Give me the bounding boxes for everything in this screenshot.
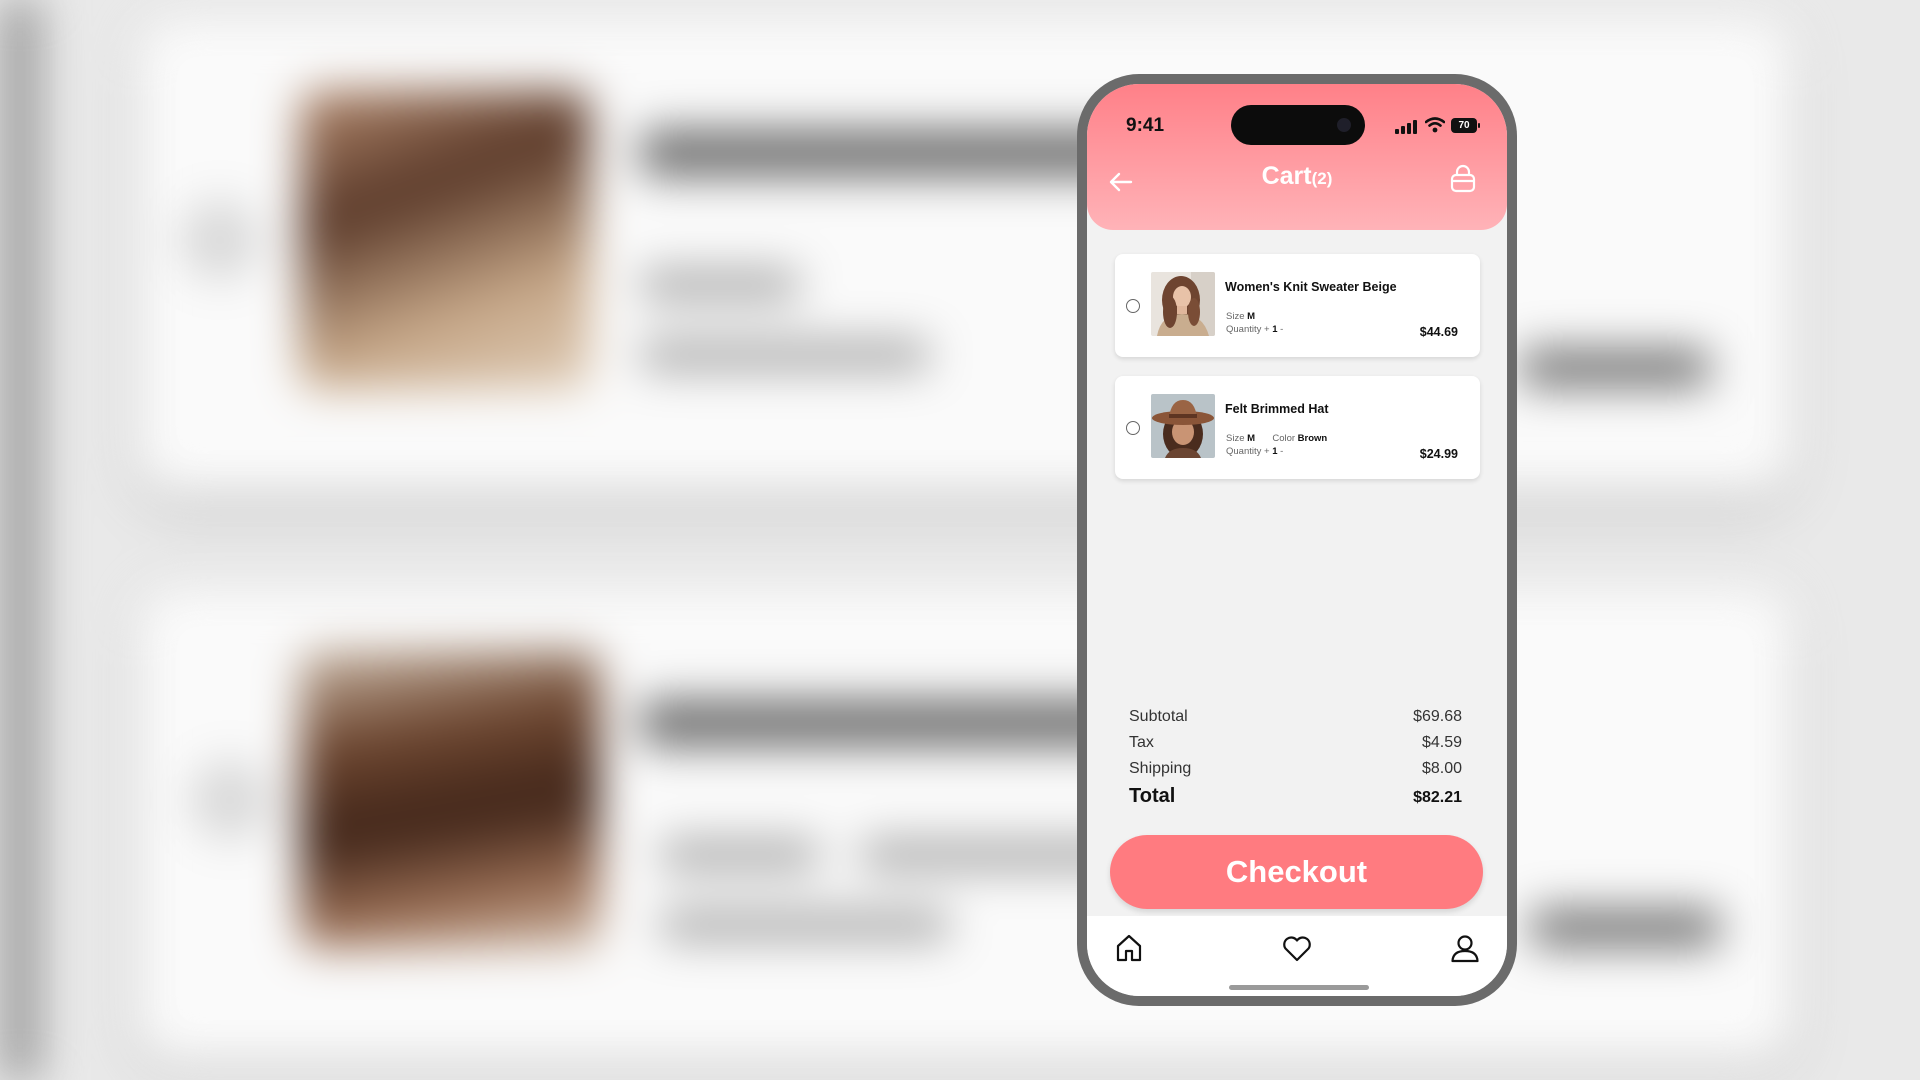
battery-level: 70 <box>1451 118 1477 133</box>
quantity-label: Quantity <box>1226 324 1262 335</box>
battery-tip <box>1478 123 1480 128</box>
background-text-bar <box>660 910 950 940</box>
item-price: $44.69 <box>1419 325 1458 339</box>
background-text-bar <box>640 270 800 300</box>
background-text-bar <box>640 340 930 370</box>
cart-count: (2) <box>1311 169 1333 188</box>
status-time: 9:41 <box>1126 115 1165 136</box>
hat-thumbnail <box>1151 394 1215 458</box>
select-item-radio[interactable] <box>1126 421 1140 435</box>
blurred-background <box>0 0 1920 1080</box>
wifi-icon <box>1425 117 1445 133</box>
subtotal-label: Subtotal <box>1129 708 1188 725</box>
size-value: M <box>1247 311 1256 322</box>
page-title: Cart(2) <box>1087 162 1507 191</box>
quantity-increase-button[interactable]: + <box>1264 446 1270 457</box>
home-icon[interactable] <box>1113 932 1145 964</box>
item-name: Felt Brimmed Hat <box>1225 402 1329 416</box>
total-value: $82.21 <box>1413 789 1462 806</box>
background-radio <box>180 200 260 280</box>
item-size-color-row: Size M Color Brown <box>1226 433 1327 444</box>
background-shade <box>0 0 40 1080</box>
shipping-row: Shipping $8.00 <box>1129 760 1462 778</box>
subtotal-row: Subtotal $69.68 <box>1129 708 1462 726</box>
tax-row: Tax $4.59 <box>1129 734 1462 752</box>
quantity-increase-button[interactable]: + <box>1264 324 1270 335</box>
background-text-bar <box>660 840 820 870</box>
cart-header: 9:41 70 Cart(2) <box>1087 84 1507 230</box>
heart-icon[interactable] <box>1281 932 1313 964</box>
quantity-decrease-button[interactable]: - <box>1280 446 1283 457</box>
size-label: Size <box>1226 433 1245 444</box>
sweater-thumbnail <box>1151 272 1215 336</box>
camera-dot <box>1337 118 1351 132</box>
tax-label: Tax <box>1129 734 1154 751</box>
quantity-value: 1 <box>1272 446 1278 457</box>
size-value: M <box>1247 433 1256 444</box>
color-value: Brown <box>1297 433 1328 444</box>
background-sweater-photo <box>300 90 590 390</box>
background-price-bar <box>1520 350 1710 386</box>
item-size-row: Size M <box>1226 311 1255 322</box>
page-title-text: Cart <box>1261 162 1312 190</box>
quantity-decrease-button[interactable]: - <box>1280 324 1283 335</box>
bottom-tab-bar <box>1087 916 1507 996</box>
item-quantity-row: Quantity + 1 - <box>1226 324 1283 335</box>
user-icon[interactable] <box>1449 932 1481 964</box>
checkout-button[interactable]: Checkout <box>1110 835 1483 909</box>
total-row: Total $82.21 <box>1129 785 1462 808</box>
cart-item-hat[interactable]: Felt Brimmed Hat Size M Color Brown Quan… <box>1115 376 1480 479</box>
select-item-radio[interactable] <box>1126 299 1140 313</box>
total-label: Total <box>1129 785 1176 807</box>
color-label: Color <box>1272 433 1296 444</box>
size-label: Size <box>1226 311 1245 322</box>
subtotal-value: $69.68 <box>1413 708 1462 725</box>
item-quantity-row: Quantity + 1 - <box>1226 446 1283 457</box>
tax-value: $4.59 <box>1421 734 1462 751</box>
phone-frame: 9:41 70 Cart(2) Women's Knit Sweater Bei… <box>1077 74 1517 1006</box>
battery-icon: 70 <box>1451 118 1481 134</box>
shipping-value: $8.00 <box>1421 760 1462 777</box>
cart-item-sweater[interactable]: Women's Knit Sweater Beige Size M Quanti… <box>1115 254 1480 357</box>
home-indicator <box>1229 985 1369 990</box>
quantity-value: 1 <box>1272 324 1278 335</box>
dynamic-island <box>1231 105 1365 145</box>
item-price: $24.99 <box>1419 447 1458 461</box>
background-price-bar <box>1530 910 1720 946</box>
background-radio <box>190 760 270 840</box>
phone-screen: 9:41 70 Cart(2) Women's Knit Sweater Bei… <box>1087 84 1507 996</box>
item-name: Women's Knit Sweater Beige <box>1225 280 1397 294</box>
cellular-signal-icon <box>1395 120 1417 134</box>
shipping-label: Shipping <box>1129 760 1192 777</box>
shopping-bag-icon[interactable] <box>1448 164 1478 194</box>
background-hat-photo <box>300 650 600 950</box>
quantity-label: Quantity <box>1226 446 1262 457</box>
